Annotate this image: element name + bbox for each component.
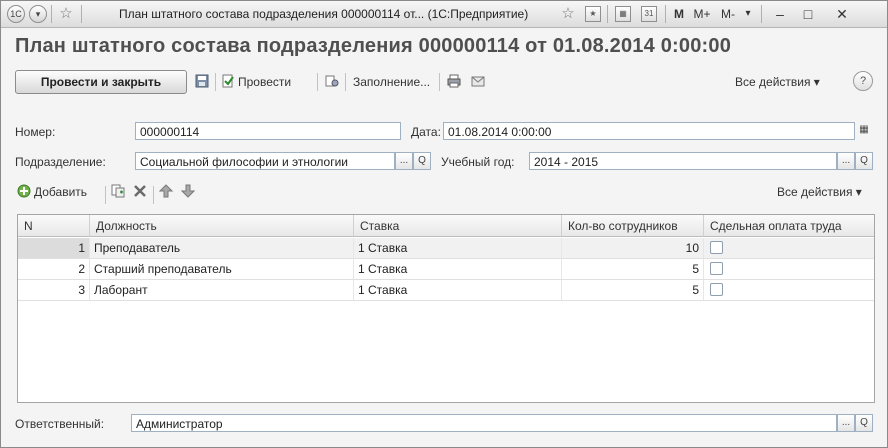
title-separator [761, 5, 762, 23]
positions-table: N Должность Ставка Кол-во сотрудников Сд… [17, 214, 875, 403]
table-row[interactable]: 3 Лаборант 1 Ставка 5 [18, 280, 874, 301]
piecework-checkbox[interactable] [710, 283, 723, 296]
mail-icon[interactable] [471, 73, 488, 91]
responsible-select-button[interactable]: ... [837, 414, 855, 432]
row-number: 1 [18, 238, 90, 258]
number-label: Номер: [15, 125, 56, 139]
title-bar: 1C ▾ ☆ План штатного состава подразделен… [1, 1, 887, 28]
add-favorite-icon[interactable]: ☆ [559, 4, 577, 24]
add-row-button[interactable]: Добавить [17, 183, 87, 201]
all-actions-menu[interactable]: Все действия ▾ [735, 73, 820, 91]
command-bar: Провести и закрыть Провести Заполнение..… [15, 70, 873, 94]
add-icon [17, 184, 31, 198]
toolbar-separator [439, 73, 440, 91]
memory-plus-button[interactable]: M+ [691, 4, 713, 24]
print-icon[interactable] [447, 73, 464, 91]
row-number: 3 [18, 280, 90, 300]
year-search-icon[interactable]: Q [855, 152, 873, 170]
position-cell[interactable]: Преподаватель [90, 238, 354, 258]
structure-icon[interactable] [325, 73, 342, 91]
maximize-icon[interactable]: □ [797, 4, 819, 24]
app-logo-icon[interactable]: 1C [7, 5, 25, 23]
title-separator [665, 5, 666, 23]
window-title: План штатного состава подразделения 0000… [119, 7, 529, 21]
toolbar-separator [317, 73, 318, 91]
column-header-count[interactable]: Кол-во сотрудников [562, 215, 704, 237]
division-label: Подразделение: [15, 155, 106, 169]
position-cell[interactable]: Старший преподаватель [90, 259, 354, 279]
post-and-close-button[interactable]: Провести и закрыть [15, 70, 187, 94]
toolbar-separator [105, 186, 106, 204]
move-down-icon[interactable] [181, 183, 198, 201]
piecework-cell [704, 238, 874, 258]
post-document-icon [222, 74, 234, 88]
toolbar-separator [153, 186, 154, 204]
move-up-icon[interactable] [159, 183, 176, 201]
count-cell[interactable]: 5 [562, 280, 704, 300]
calculator-icon[interactable]: ▦ [615, 6, 631, 22]
responsible-search-icon[interactable]: Q [855, 414, 873, 432]
date-field[interactable]: 01.08.2014 0:00:00 [443, 122, 855, 140]
post-button[interactable]: Провести [221, 73, 291, 91]
add-row-label: Добавить [34, 185, 88, 199]
rate-cell[interactable]: 1 Ставка [354, 259, 562, 279]
piecework-checkbox[interactable] [710, 262, 723, 275]
row-number: 2 [18, 259, 90, 279]
post-label: Провести [238, 75, 292, 89]
close-icon[interactable]: ✕ [831, 4, 853, 24]
rate-cell[interactable]: 1 Ставка [354, 280, 562, 300]
save-icon[interactable] [195, 73, 212, 91]
help-icon[interactable]: ? [853, 71, 873, 91]
table-row[interactable]: 1 Преподаватель 1 Ставка 10 [18, 238, 874, 259]
responsible-field[interactable]: Администратор [131, 414, 837, 432]
calendar-picker-icon[interactable]: ▦ [855, 122, 873, 140]
date-label: Дата: [411, 125, 441, 139]
column-header-rate[interactable]: Ставка [354, 215, 562, 237]
page-title: План штатного состава подразделения 0000… [15, 35, 732, 57]
more-icon[interactable]: ▾ [741, 4, 755, 24]
memory-minus-button[interactable]: M- [717, 4, 739, 24]
responsible-label: Ответственный: [15, 417, 105, 431]
number-field[interactable]: 000000114 [135, 122, 401, 140]
copy-row-icon[interactable] [111, 183, 128, 201]
window-menu-icon[interactable]: ▾ [29, 5, 47, 23]
fill-button[interactable]: Заполнение... [353, 73, 430, 91]
bookmark-icon[interactable]: ★ [585, 6, 601, 22]
delete-row-icon[interactable] [133, 183, 150, 201]
title-separator [81, 5, 82, 23]
division-search-icon[interactable]: Q [413, 152, 431, 170]
position-cell[interactable]: Лаборант [90, 280, 354, 300]
piecework-cell [704, 280, 874, 300]
piecework-checkbox[interactable] [710, 241, 723, 254]
column-header-piecework[interactable]: Сдельная оплата труда [704, 215, 874, 237]
rate-cell[interactable]: 1 Ставка [354, 238, 562, 258]
document-window: 1C ▾ ☆ План штатного состава подразделен… [0, 0, 888, 448]
toolbar-separator [345, 73, 346, 91]
division-field[interactable]: Социальной философии и этнологии [135, 152, 395, 170]
year-label: Учебный год: [441, 155, 515, 169]
calendar-icon[interactable]: 31 [641, 6, 657, 22]
table-row[interactable]: 2 Старший преподаватель 1 Ставка 5 [18, 259, 874, 280]
memory-m-button[interactable]: M [671, 4, 687, 24]
piecework-cell [704, 259, 874, 279]
title-separator [51, 5, 52, 23]
favorite-star-icon[interactable]: ☆ [57, 4, 75, 24]
column-header-position[interactable]: Должность [90, 215, 354, 237]
minimize-icon[interactable]: – [769, 4, 791, 24]
year-select-button[interactable]: ... [837, 152, 855, 170]
toolbar-separator [215, 73, 216, 91]
title-separator [607, 5, 608, 23]
count-cell[interactable]: 5 [562, 259, 704, 279]
year-field[interactable]: 2014 - 2015 [529, 152, 837, 170]
column-header-n[interactable]: N [18, 215, 90, 237]
table-all-actions-menu[interactable]: Все действия ▾ [777, 183, 862, 201]
count-cell[interactable]: 10 [562, 238, 704, 258]
division-select-button[interactable]: ... [395, 152, 413, 170]
